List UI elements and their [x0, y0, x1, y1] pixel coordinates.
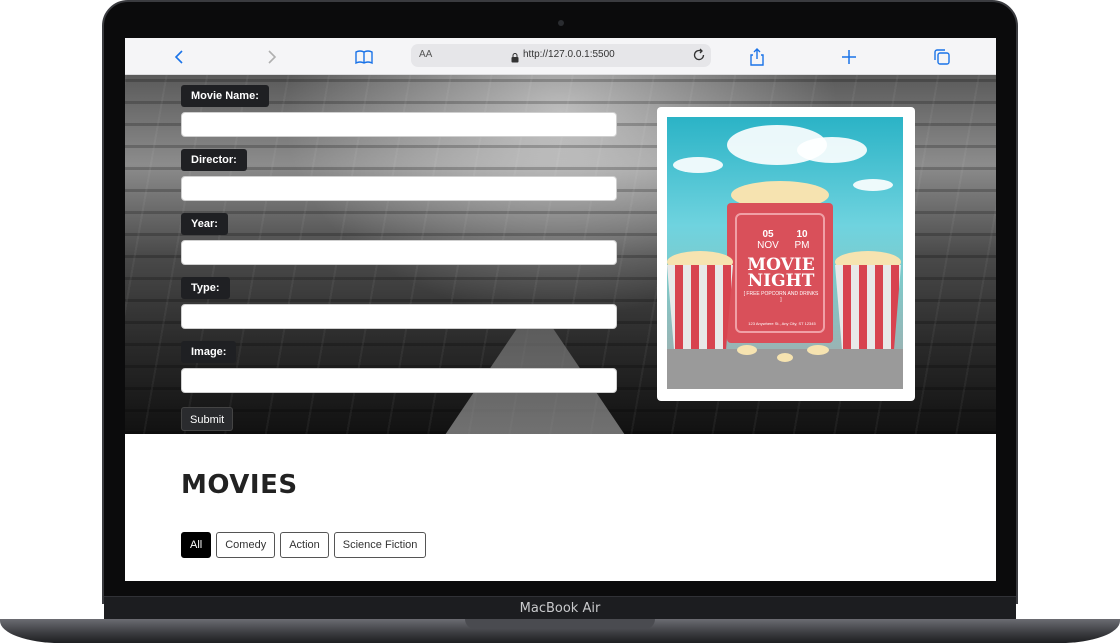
filter-all-button[interactable]: All: [181, 532, 212, 558]
url-text: http://127.0.0.1:5500: [523, 49, 615, 60]
address-bar[interactable]: AA http://127.0.0.1:5500: [411, 44, 711, 67]
browser-toolbar: AA http://127.0.0.1:5500: [125, 38, 996, 75]
year-input[interactable]: [181, 240, 617, 265]
year-label: Year:: [181, 213, 228, 235]
filter-comedy-button[interactable]: Comedy: [216, 532, 276, 558]
movie-name-label: Movie Name:: [181, 85, 269, 107]
tabs-icon[interactable]: [932, 47, 952, 67]
submit-button[interactable]: Submit: [181, 407, 234, 431]
laptop-notch: [465, 619, 655, 629]
poster-title: MOVIE NIGHT: [747, 255, 815, 291]
type-input[interactable]: [181, 304, 617, 329]
device-label: MacBook Air: [519, 601, 601, 616]
filter-science-fiction-button[interactable]: Science Fiction: [333, 532, 427, 558]
hero-section: Movie Name: Director: Year: Type: Image:…: [125, 75, 996, 434]
forward-icon[interactable]: [261, 47, 281, 67]
movie-name-input[interactable]: [181, 112, 617, 137]
camera: [558, 20, 564, 26]
poster-time: 10 PM: [794, 229, 810, 251]
image-input[interactable]: [181, 368, 617, 393]
text-size-button[interactable]: AA: [419, 49, 432, 60]
director-input[interactable]: [181, 176, 617, 201]
popcorn-tub-left: [667, 265, 733, 361]
movie-night-poster: 05 NOV 10 PM MOVIE NIGHT [ FREE POPCORN AND…: [667, 117, 903, 389]
image-label: Image:: [181, 341, 237, 363]
lock-icon: [511, 50, 519, 63]
movies-heading: MOVIES: [181, 470, 298, 500]
bookmarks-icon[interactable]: [354, 47, 374, 67]
new-tab-icon[interactable]: [839, 47, 859, 67]
browser-screen: AA http://127.0.0.1:5500 Movie Name: Dir…: [125, 38, 996, 581]
director-label: Director:: [181, 149, 247, 171]
poster-frame: 05 NOV 10 PM MOVIE NIGHT [ FREE POPCORN AND…: [657, 107, 915, 401]
reload-icon[interactable]: [691, 47, 707, 63]
poster-subtitle: [ FREE POPCORN AND DRINKS ]: [743, 291, 819, 303]
laptop-chin: MacBook Air: [104, 596, 1016, 620]
popcorn-tub-right: [835, 265, 901, 361]
filter-action-button[interactable]: Action: [280, 532, 329, 558]
type-label: Type:: [181, 277, 230, 299]
share-icon[interactable]: [747, 47, 767, 67]
back-icon[interactable]: [170, 47, 190, 67]
filter-bar: All Comedy Action Science Fiction: [181, 532, 427, 558]
poster-address: 123 Anywhere St., Any City, ST 12345: [748, 321, 816, 326]
